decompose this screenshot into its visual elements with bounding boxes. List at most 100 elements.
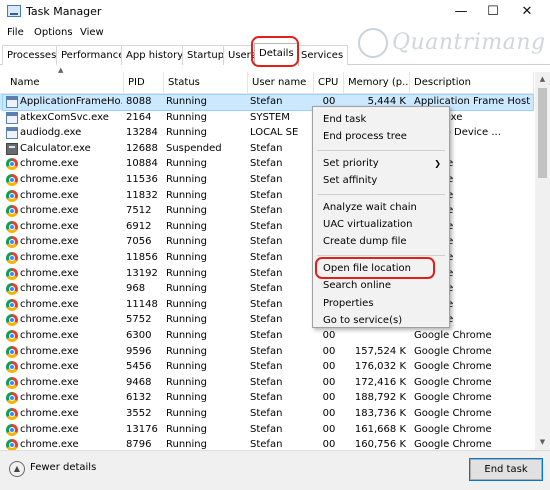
- table-row[interactable]: chrome.exe7056RunningStefanChrome: [0, 234, 534, 250]
- window-title: Task Manager: [26, 5, 102, 18]
- context-menu-item[interactable]: Set affinity: [313, 172, 449, 189]
- context-menu-item[interactable]: End task: [313, 111, 449, 128]
- maximize-button[interactable]: ☐: [478, 2, 508, 22]
- table-row[interactable]: audiodg.exe 13284 Running LOCAL SE s Audio D…: [0, 125, 534, 141]
- vertical-scrollbar[interactable]: ▲ ▼: [535, 72, 550, 450]
- menu-separator: [317, 254, 445, 256]
- context-menu-item-label: Analyze wait chain: [323, 201, 417, 213]
- table-row[interactable]: atkexComSvc.exe2164RunningSYSTEMmSvc.exe: [0, 110, 534, 126]
- table-row[interactable]: chrome.exe11832RunningStefanChrome: [0, 188, 534, 204]
- process-pid: 11148: [126, 298, 158, 310]
- process-name: chrome.exe: [20, 298, 79, 310]
- process-status: Running: [166, 189, 207, 201]
- context-menu-item[interactable]: Go to service(s): [313, 312, 449, 329]
- process-user: Stefan: [250, 408, 283, 419]
- col-name[interactable]: Name: [0, 72, 124, 94]
- tab-processes[interactable]: Processes: [2, 45, 62, 65]
- process-user: Stefan: [250, 236, 283, 248]
- scroll-down-icon[interactable]: ▼: [535, 435, 550, 450]
- col-pid[interactable]: PID: [124, 72, 164, 94]
- tab-app-history[interactable]: App history: [121, 45, 189, 65]
- table-row[interactable]: chrome.exe11148RunningStefanChrome: [0, 297, 534, 313]
- table-row[interactable]: chrome.exe6912RunningStefanChrome: [0, 219, 534, 235]
- table-row[interactable]: chrome.exe13192RunningStefanChrome: [0, 266, 534, 282]
- context-menu-item[interactable]: Set priority ❯: [313, 155, 449, 172]
- context-menu-item-label: Set affinity: [323, 175, 378, 187]
- context-menu-item[interactable]: Analyze wait chain: [313, 199, 449, 216]
- process-name: chrome.exe: [20, 158, 79, 170]
- process-pid: 8796: [126, 439, 152, 450]
- process-pid: 11832: [126, 189, 158, 201]
- process-status: Running: [166, 330, 207, 341]
- minimize-button[interactable]: —: [446, 2, 476, 22]
- table-row[interactable]: chrome.exe10884RunningStefanChrome: [0, 156, 534, 172]
- table-row[interactable]: ApplicationFrameHo... 8088 Running Stefan 00…: [0, 94, 534, 111]
- context-menu-item[interactable]: Properties: [313, 295, 449, 312]
- col-memory[interactable]: Memory (p...: [344, 72, 410, 94]
- end-task-button[interactable]: End task: [469, 458, 543, 481]
- col-cpu[interactable]: CPU: [314, 72, 344, 94]
- context-menu-item-label: Set priority: [323, 157, 379, 169]
- chrome-icon: [6, 298, 18, 311]
- chevron-right-icon: ❯: [434, 158, 441, 168]
- process-name: chrome.exe: [20, 205, 79, 217]
- table-row[interactable]: chrome.exe 6300 Running Stefan 00 Google Chro…: [0, 328, 534, 344]
- table-row[interactable]: chrome.exe 6132 Running Stefan 00 188,792 K Go…: [0, 390, 534, 406]
- table-row[interactable]: chrome.exe11856RunningStefanChrome: [0, 250, 534, 266]
- tab-performance[interactable]: Performance: [56, 45, 130, 65]
- menu-view[interactable]: View: [80, 27, 104, 38]
- scroll-up-icon[interactable]: ▲: [535, 72, 550, 87]
- context-menu-item[interactable]: End process tree: [313, 128, 449, 145]
- table-row[interactable]: chrome.exe 9468 Running Stefan 00 172,416 K Go…: [0, 375, 534, 391]
- context-menu: End task End process tree Set priority ❯ Set…: [312, 106, 450, 328]
- table-row[interactable]: chrome.exe 5456 Running Stefan 00 176,032 K Go…: [0, 359, 534, 375]
- process-name: chrome.exe: [20, 283, 79, 295]
- chrome-icon: [6, 376, 18, 389]
- table-row[interactable]: Calculator.exe12688SuspendedStefantor.ex…: [0, 141, 534, 157]
- chrome-icon: [6, 236, 18, 249]
- col-user-name[interactable]: User name: [248, 72, 314, 94]
- table-row[interactable]: chrome.exe 8796 Running Stefan 00 160,756 K Go…: [0, 437, 534, 450]
- chrome-icon: [6, 158, 18, 171]
- process-memory: 161,668 K: [354, 423, 406, 435]
- process-cpu: 00: [322, 345, 336, 357]
- process-cpu: 00: [322, 439, 336, 450]
- menu-options[interactable]: Options: [34, 27, 73, 38]
- chrome-icon: [6, 423, 18, 436]
- context-menu-item[interactable]: Search online: [313, 277, 449, 294]
- table-row[interactable]: chrome.exe 9596 Running Stefan 00 157,524 K Go…: [0, 344, 534, 360]
- fewer-details-link[interactable]: Fewer details: [30, 462, 96, 473]
- process-memory: 157,524 K: [354, 345, 406, 357]
- process-status: Running: [166, 392, 207, 404]
- process-name: Calculator.exe: [20, 142, 91, 154]
- process-user: Stefan: [250, 96, 283, 107]
- col-description[interactable]: Description: [410, 72, 534, 94]
- process-user: Stefan: [250, 298, 283, 310]
- table-row[interactable]: chrome.exe968RunningStefanChrome: [0, 281, 534, 297]
- table-row[interactable]: chrome.exe 3552 Running Stefan 00 183,736 K Go…: [0, 406, 534, 422]
- title-bar: Task Manager — ☐ ✕: [0, 0, 550, 24]
- chrome-icon: [6, 345, 18, 358]
- table-row[interactable]: chrome.exe 13176 Running Stefan 00 161,668 K G…: [0, 422, 534, 438]
- close-button[interactable]: ✕: [512, 2, 542, 22]
- table-row[interactable]: chrome.exe7512RunningStefanChrome: [0, 203, 534, 219]
- menu-file[interactable]: File: [7, 27, 24, 38]
- col-status[interactable]: Status: [164, 72, 248, 94]
- context-menu-item[interactable]: UAC virtualization: [313, 216, 449, 233]
- context-menu-item[interactable]: Create dump file: [313, 233, 449, 250]
- tab-services[interactable]: Services: [296, 45, 349, 65]
- chevron-up-icon[interactable]: ▲: [9, 461, 25, 477]
- process-user: Stefan: [250, 314, 283, 326]
- table-row[interactable]: chrome.exe11536RunningStefanChrome: [0, 172, 534, 188]
- scroll-thumb[interactable]: [538, 88, 547, 178]
- table-row[interactable]: chrome.exe5752RunningStefanChrome: [0, 312, 534, 328]
- chrome-icon: [6, 205, 18, 218]
- process-status: Running: [166, 314, 207, 326]
- process-name: atkexComSvc.exe: [20, 111, 109, 123]
- window-icon: [6, 127, 18, 140]
- process-pid: 9596: [126, 345, 152, 357]
- process-cpu: 00: [322, 376, 336, 388]
- process-description: Google Chrome: [414, 330, 492, 341]
- process-user: Stefan: [250, 267, 283, 279]
- process-pid: 6132: [126, 392, 152, 404]
